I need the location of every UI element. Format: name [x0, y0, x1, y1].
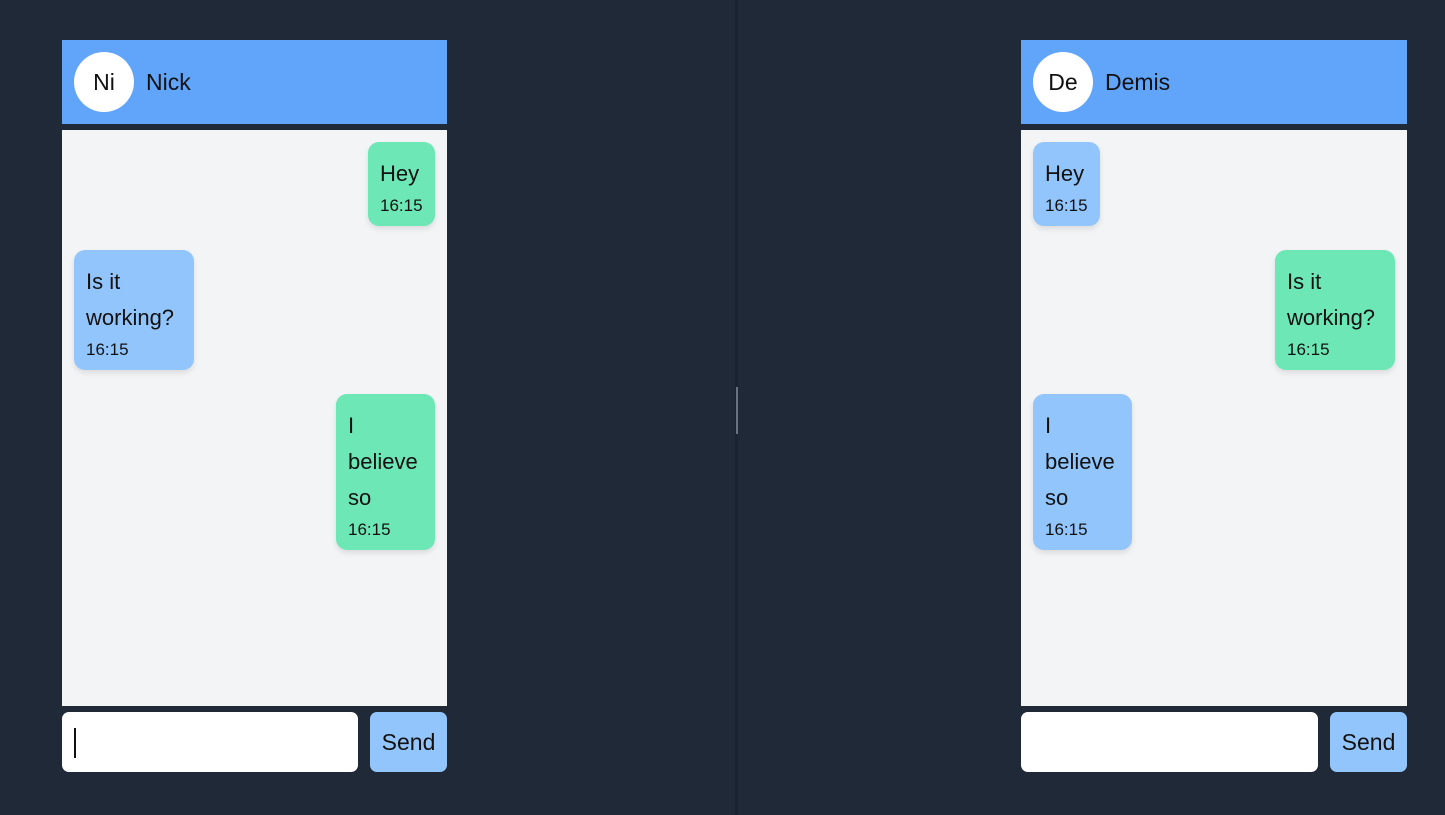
message-input[interactable]: [1021, 712, 1318, 772]
chat-header: De Demis: [1021, 40, 1407, 124]
message-timestamp: 16:15: [1045, 196, 1088, 215]
message-list: Hey 16:15 Is it working? 16:15 I believe…: [62, 130, 447, 706]
message-bubble-sent: I believe so 16:15: [336, 394, 435, 550]
message-input-wrapper: [1021, 712, 1318, 772]
contact-name: Demis: [1105, 68, 1171, 95]
contact-name: Nick: [146, 68, 191, 95]
avatar: De: [1033, 52, 1093, 112]
avatar: Ni: [74, 52, 134, 112]
message-list: Hey 16:15 Is it working? 16:15 I believe…: [1021, 130, 1407, 706]
message-composer: Send: [62, 712, 447, 772]
message-bubble-sent: Hey 16:15: [368, 142, 435, 226]
right-pane: De Demis Hey 16:15 Is it working? 16:15 …: [738, 0, 1445, 815]
message-text: Hey: [380, 161, 420, 186]
message-timestamp: 16:15: [348, 520, 391, 539]
message-text: I believe so: [348, 413, 418, 510]
message-bubble-sent: Is it working? 16:15: [1275, 250, 1395, 370]
message-input[interactable]: [62, 712, 358, 772]
message-timestamp: 16:15: [1287, 340, 1330, 359]
message-bubble-received: I believe so 16:15: [1033, 394, 1132, 550]
message-timestamp: 16:15: [1045, 520, 1088, 539]
chat-header: Ni Nick: [62, 40, 447, 124]
send-button[interactable]: Send: [370, 712, 447, 772]
chat-window: De Demis Hey 16:15 Is it working? 16:15 …: [1021, 40, 1407, 772]
text-caret: [74, 728, 76, 758]
message-text: Hey: [1045, 161, 1085, 186]
left-pane: Ni Nick Hey 16:15 Is it working? 16:15 I…: [0, 0, 735, 815]
message-input-wrapper: [62, 712, 358, 772]
message-bubble-received: Hey 16:15: [1033, 142, 1100, 226]
message-bubble-received: Is it working? 16:15: [74, 250, 194, 370]
message-timestamp: 16:15: [86, 340, 129, 359]
message-timestamp: 16:15: [380, 196, 423, 215]
message-text: Is it working?: [86, 269, 175, 330]
message-text: I believe so: [1045, 413, 1115, 510]
chat-window: Ni Nick Hey 16:15 Is it working? 16:15 I…: [62, 40, 447, 772]
message-composer: Send: [1021, 712, 1407, 772]
message-text: Is it working?: [1287, 269, 1376, 330]
send-button[interactable]: Send: [1330, 712, 1407, 772]
